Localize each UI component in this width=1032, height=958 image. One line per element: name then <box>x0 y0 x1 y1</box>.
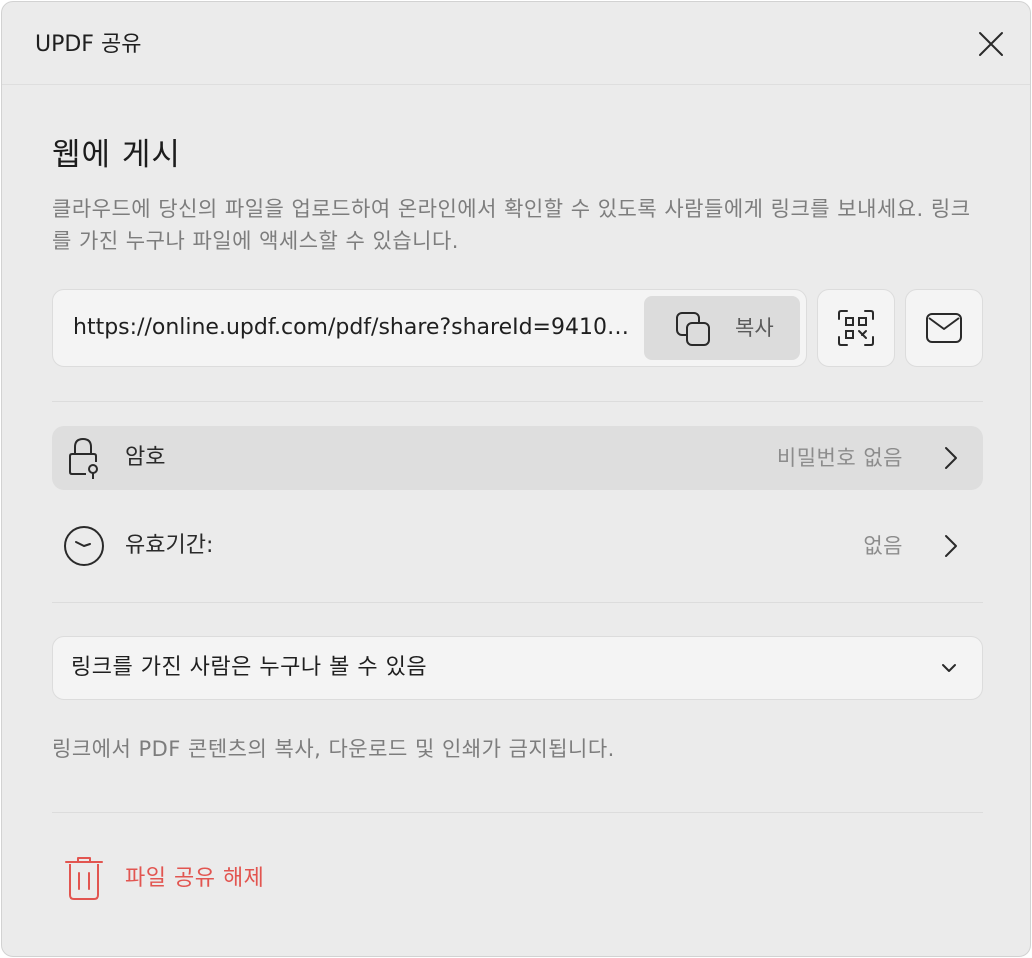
restriction-note: 링크에서 PDF 콘텐츠의 복사, 다운로드 및 인쇄가 금지됩니다. <box>52 737 615 761</box>
unshare-label: 파일 공유 해제 <box>125 866 265 891</box>
password-value: 비밀번호 없음 <box>776 446 903 470</box>
email-button[interactable] <box>905 289 983 367</box>
share-link-row: https://online.updf.com/pdf/share?shareI… <box>52 289 983 367</box>
access-select[interactable]: 링크를 가진 사람은 누구나 볼 수 있음 <box>52 636 983 700</box>
copy-icon <box>676 312 710 346</box>
divider <box>52 602 983 603</box>
section-title: 웹에 게시 <box>52 137 181 173</box>
expiry-label: 유효기간: <box>125 533 214 558</box>
divider <box>52 812 983 813</box>
chevron-down-icon <box>942 664 956 672</box>
dialog-title: UPDF 공유 <box>35 32 142 57</box>
unshare-button[interactable]: 파일 공유 해제 <box>52 847 352 911</box>
chevron-right-icon <box>945 447 957 469</box>
trash-icon <box>65 857 103 900</box>
qr-code-icon <box>838 310 874 346</box>
expiry-value: 없음 <box>863 534 903 558</box>
section-description: 클라우드에 당신의 파일을 업로드하여 온라인에서 확인할 수 있도록 사람들에… <box>52 197 971 253</box>
close-icon <box>979 32 1003 56</box>
close-button[interactable] <box>975 28 1007 60</box>
divider <box>52 401 983 402</box>
copy-button[interactable]: 복사 <box>644 296 800 360</box>
title-bar: UPDF 공유 <box>2 2 1030 85</box>
password-option-row[interactable]: 암호 비밀번호 없음 <box>52 426 983 490</box>
share-url[interactable]: https://online.updf.com/pdf/share?shareI… <box>73 290 638 366</box>
chevron-right-icon <box>945 535 957 557</box>
expiry-option-row[interactable]: 유효기간: 없음 <box>52 514 983 578</box>
access-select-value: 링크를 가진 사람은 누구나 볼 수 있음 <box>71 655 428 680</box>
share-link-box: https://online.updf.com/pdf/share?shareI… <box>52 289 807 367</box>
lock-icon <box>62 436 106 480</box>
clock-icon <box>62 524 106 568</box>
copy-label: 복사 <box>735 316 774 340</box>
password-label: 암호 <box>125 445 166 470</box>
mail-icon <box>926 313 962 343</box>
qr-code-button[interactable] <box>817 289 895 367</box>
share-dialog: UPDF 공유 웹에 게시 클라우드에 당신의 파일을 업로드하여 온라인에서 … <box>1 1 1031 957</box>
